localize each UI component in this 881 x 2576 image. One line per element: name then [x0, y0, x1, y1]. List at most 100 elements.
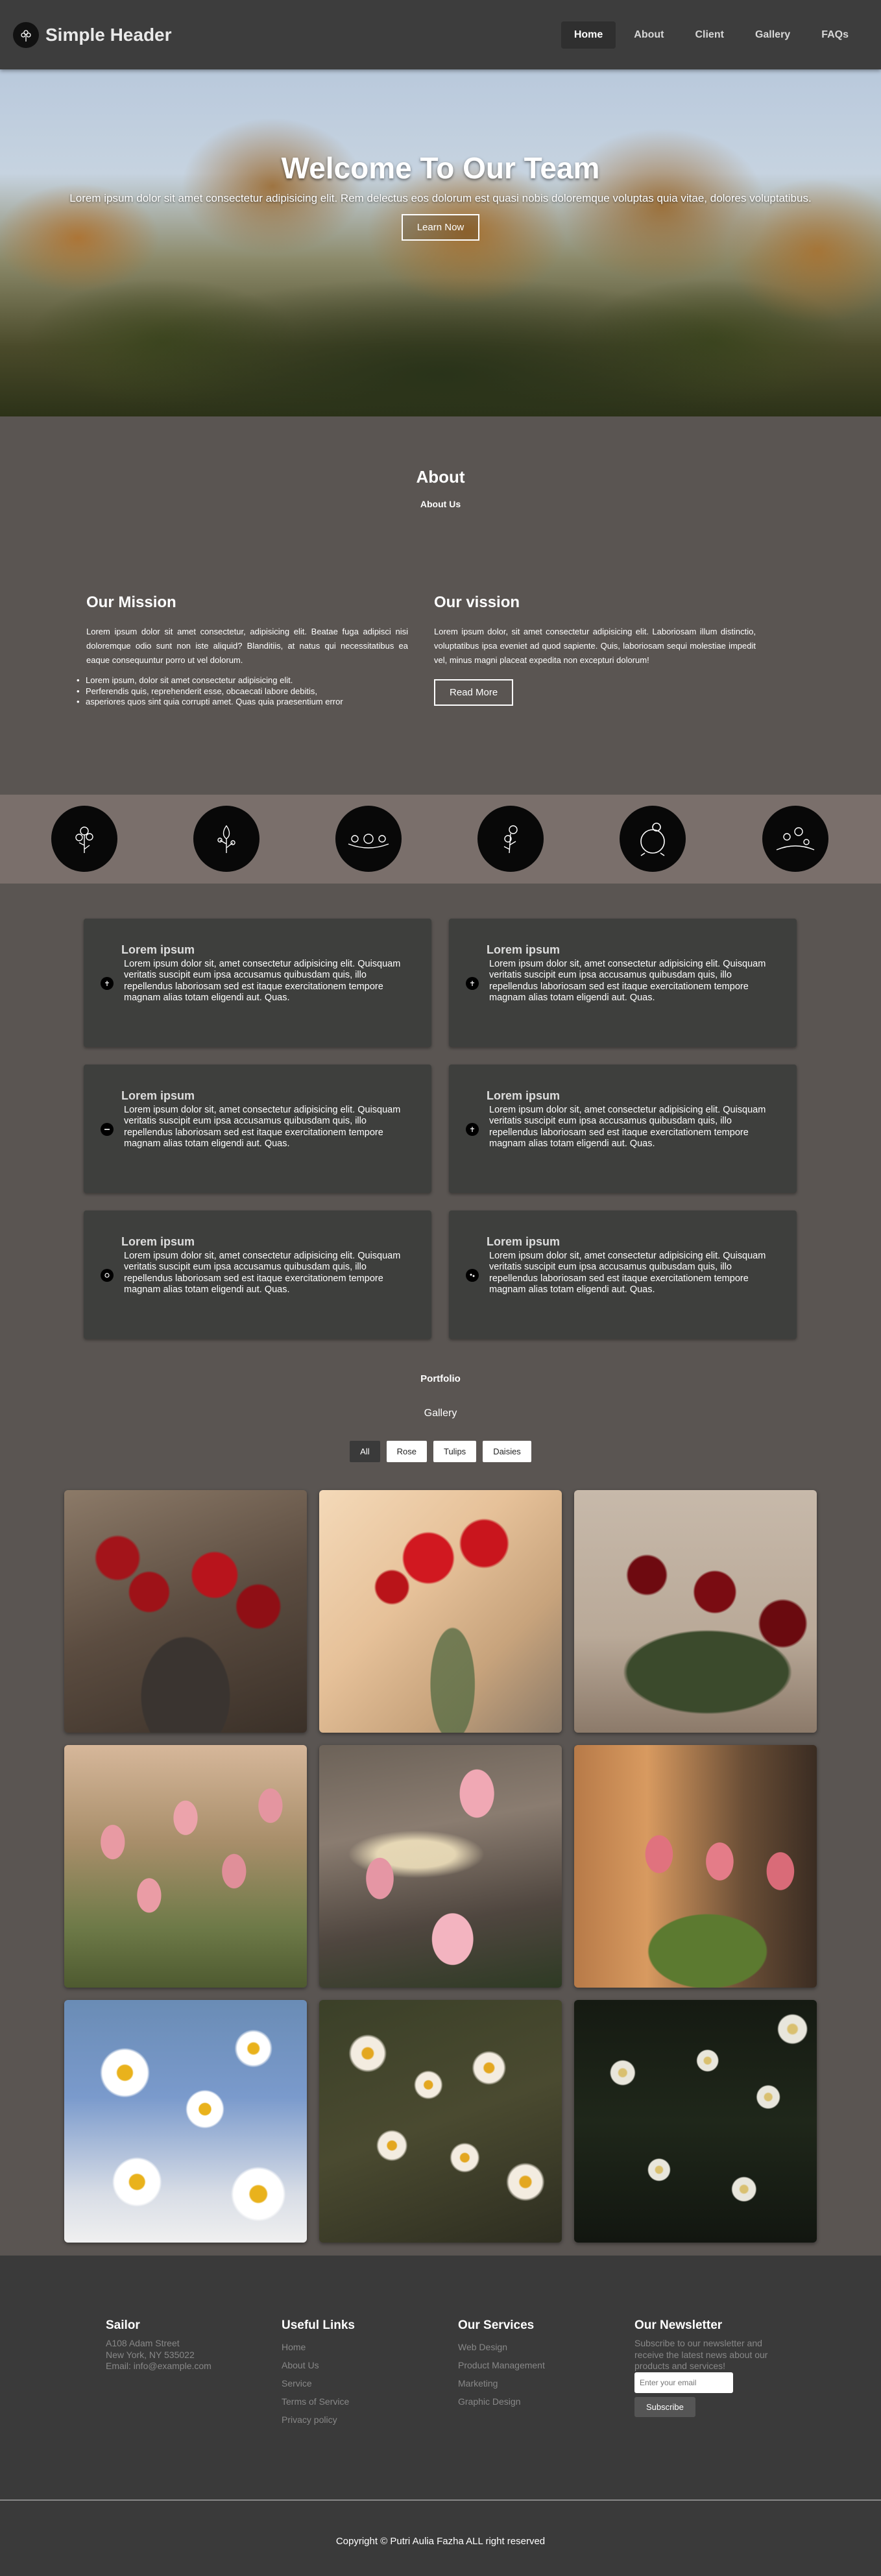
card-text: Lorem ipsum dolor sit, amet consectetur …: [124, 959, 401, 1004]
feature-card: Lorem ipsum Lorem ipsum dolor sit, amet …: [84, 1210, 431, 1339]
about-title: About: [416, 467, 465, 487]
footer-link-service[interactable]: Service: [282, 2374, 450, 2392]
vision-title: Our vission: [434, 594, 520, 611]
mission-title: Our Mission: [86, 594, 176, 611]
gallery-image-daisy[interactable]: [64, 2000, 307, 2243]
newsletter-text: Subscribe to our newsletter and receive …: [634, 2338, 768, 2371]
card-text: Lorem ipsum dolor sit, amet consectetur …: [124, 1251, 401, 1295]
flower-wreath-icon: [620, 806, 686, 872]
gallery-image-tulip[interactable]: [64, 1745, 307, 1988]
newsletter-email-input[interactable]: [634, 2372, 733, 2393]
footer-divider: [0, 2499, 881, 2501]
filter-daisies[interactable]: Daisies: [483, 1441, 531, 1462]
filter-rose[interactable]: Rose: [386, 1441, 427, 1462]
feature-card: Lorem ipsum Lorem ipsum dolor sit, amet …: [449, 919, 797, 1047]
service-link-marketing[interactable]: Marketing: [458, 2374, 627, 2392]
flower-sketch-icon: [477, 806, 544, 872]
gallery-image-rose[interactable]: [64, 1490, 307, 1733]
mission-column: Our Mission Lorem ipsum dolor sit amet c…: [77, 594, 408, 707]
flower-icon: [466, 1123, 479, 1136]
mission-text: Lorem ipsum dolor sit amet consectetur, …: [86, 627, 408, 666]
useful-links-title: Useful Links: [282, 2318, 355, 2332]
flower-icon-band: [0, 795, 881, 884]
about-header: About About Us: [0, 467, 881, 509]
feature-card: Lorem ipsum Lorem ipsum dolor sit, amet …: [84, 1065, 431, 1193]
nav-client[interactable]: Client: [682, 21, 736, 49]
flower-sketch-icon: [762, 806, 828, 872]
mission-list: Lorem ipsum, dolor sit amet consectetur …: [77, 675, 408, 707]
footer-link-terms[interactable]: Terms of Service: [282, 2392, 450, 2411]
card-title: Lorem ipsum: [487, 943, 561, 956]
copyright: Copyright © Putri Aulia Fazha ALL right …: [335, 2536, 546, 2547]
gallery-image-rose[interactable]: [319, 1490, 562, 1733]
hero-section: Welcome To Our Team Lorem ipsum dolor si…: [0, 69, 881, 416]
footer-services: Our Services Web Design Product Manageme…: [458, 2318, 627, 2411]
footer-link-about[interactable]: About Us: [282, 2356, 450, 2374]
footer: Sailor A108 Adam Street New York, NY 535…: [0, 2256, 881, 2576]
gallery-image-tulip[interactable]: [319, 1745, 562, 1988]
card-title: Lorem ipsum: [487, 1089, 561, 1102]
card-title: Lorem ipsum: [121, 943, 195, 956]
filter-tulips[interactable]: Tulips: [433, 1441, 477, 1462]
navbar: Simple Header Home About Client Gallery …: [0, 0, 881, 69]
footer-link-privacy[interactable]: Privacy policy: [282, 2411, 450, 2429]
hero-title: Welcome To Our Team: [281, 151, 600, 185]
feature-card: Lorem ipsum Lorem ipsum dolor sit, amet …: [449, 1065, 797, 1193]
address-line: A108 Adam Street: [106, 2338, 180, 2348]
card-title: Lorem ipsum: [121, 1089, 195, 1102]
nav-gallery[interactable]: Gallery: [742, 21, 803, 49]
gallery-image-daisy[interactable]: [319, 2000, 562, 2243]
feature-card: Lorem ipsum Lorem ipsum dolor sit, amet …: [449, 1210, 797, 1339]
list-item: Lorem ipsum, dolor sit amet consectetur …: [77, 675, 398, 686]
portfolio-label: Portfolio: [420, 1373, 461, 1384]
email-line: Email: info@example.com: [106, 2361, 211, 2371]
list-item: asperiores quos sint quia corrupti amet.…: [77, 697, 398, 708]
flower-icon: [466, 1269, 479, 1282]
vision-column: Our vission Lorem ipsum dolor, sit amet …: [434, 594, 756, 706]
card-title: Lorem ipsum: [487, 1235, 561, 1248]
nav-links: Home About Client Gallery FAQs: [561, 21, 862, 49]
feature-card: Lorem ipsum Lorem ipsum dolor sit, amet …: [84, 919, 431, 1047]
read-more-button[interactable]: Read More: [434, 679, 514, 706]
card-text: Lorem ipsum dolor sit, amet consectetur …: [124, 1105, 401, 1150]
flower-sketch-icon: [193, 806, 259, 872]
nav-faqs[interactable]: FAQs: [808, 21, 862, 49]
about-subtitle: About Us: [420, 499, 461, 509]
learn-now-button[interactable]: Learn Now: [401, 213, 480, 241]
card-text: Lorem ipsum dolor sit, amet consectetur …: [489, 1105, 766, 1150]
footer-company-title: Sailor: [106, 2318, 140, 2332]
gallery-filters: All Rose Tulips Daisies: [0, 1441, 881, 1462]
card-text: Lorem ipsum dolor sit, amet consectetur …: [489, 1251, 766, 1295]
list-item: Perferendis quis, reprehenderit esse, ob…: [77, 686, 398, 697]
service-link-web-design[interactable]: Web Design: [458, 2338, 627, 2356]
flower-icon: [101, 1269, 114, 1282]
filter-all[interactable]: All: [350, 1441, 380, 1462]
address-line: New York, NY 535022: [106, 2349, 195, 2360]
flower-logo-icon: [13, 21, 39, 48]
vision-text: Lorem ipsum dolor, sit amet consectetur …: [434, 627, 756, 666]
service-link-graphic-design[interactable]: Graphic Design: [458, 2392, 627, 2411]
card-text: Lorem ipsum dolor sit, amet consectetur …: [489, 959, 766, 1004]
services-title: Our Services: [458, 2318, 535, 2332]
brand[interactable]: Simple Header: [13, 21, 172, 48]
flower-icon: [466, 977, 479, 990]
nav-home[interactable]: Home: [561, 21, 616, 49]
footer-newsletter: Our Newsletter Subscribe to our newslett…: [634, 2318, 803, 2417]
flower-icon: [101, 1123, 114, 1136]
footer-company: Sailor A108 Adam Street New York, NY 535…: [106, 2318, 274, 2372]
footer-link-home[interactable]: Home: [282, 2338, 450, 2356]
card-title: Lorem ipsum: [121, 1235, 195, 1248]
footer-useful-links: Useful Links Home About Us Service Terms…: [282, 2318, 450, 2429]
flower-icon: [101, 977, 114, 990]
hero-content: Welcome To Our Team Lorem ipsum dolor si…: [0, 150, 881, 241]
gallery-label: Gallery: [424, 1408, 457, 1419]
gallery-image-tulip[interactable]: [574, 1745, 817, 1988]
gallery-image-daisy[interactable]: [574, 2000, 817, 2243]
flower-sketch-icon: [335, 806, 402, 872]
newsletter-title: Our Newsletter: [634, 2318, 723, 2332]
hero-text: Lorem ipsum dolor sit amet consectetur a…: [69, 192, 812, 204]
nav-about[interactable]: About: [621, 21, 677, 49]
gallery-image-rose[interactable]: [574, 1490, 817, 1733]
subscribe-button[interactable]: Subscribe: [634, 2396, 695, 2417]
service-link-product-management[interactable]: Product Management: [458, 2356, 627, 2374]
